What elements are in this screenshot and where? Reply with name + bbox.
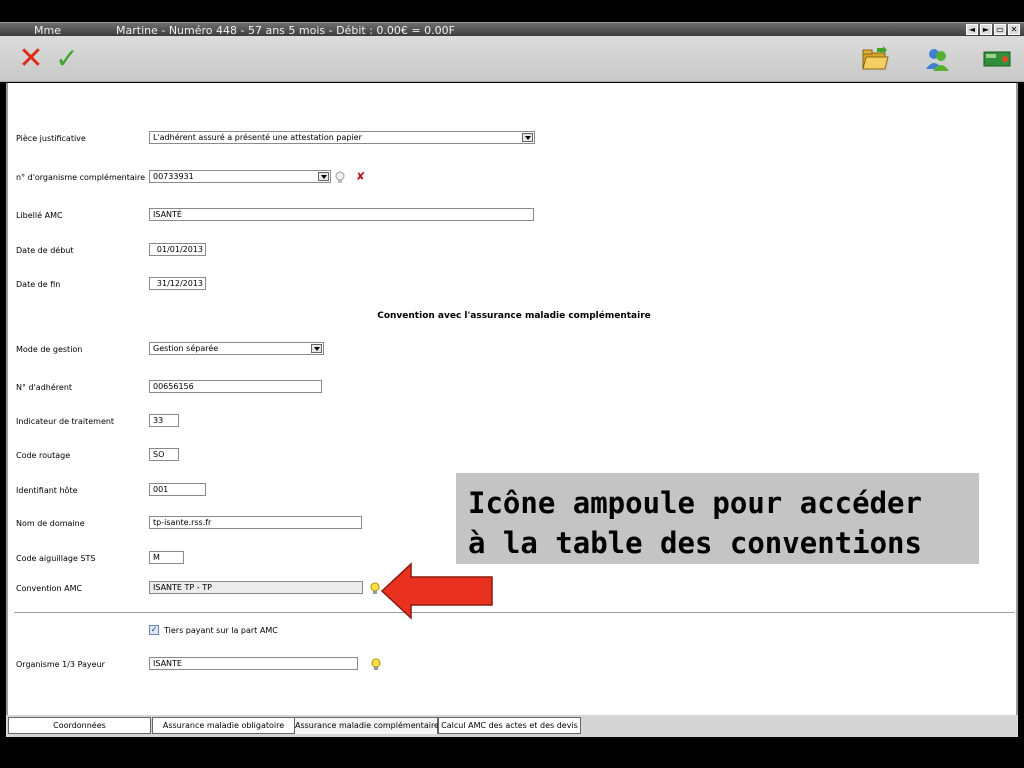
indicateur-label: Indicateur de traitement [16,417,115,426]
folder-icon [862,46,889,70]
adherent-label: N° d'adhérent [16,383,73,392]
convention-field[interactable]: ISANTE TP - TP [149,581,363,594]
libelle-field[interactable]: ISANTÉ [149,208,534,221]
domaine-label: Nom de domaine [16,519,85,528]
close-window-button[interactable]: ✕ [1008,24,1020,35]
contacts-button[interactable] [922,44,952,74]
tab-assurance-complementaire[interactable]: Assurance maladie complémentaire [294,717,439,734]
window-controls: ◄ ► ▭ ✕ [966,24,1020,35]
tab-calcul-amc[interactable]: Calcul AMC des actes et des devis [438,717,581,734]
left-arrow-icon [380,562,493,620]
close-icon: ✕ [18,41,44,76]
tiers-checkbox[interactable]: ✓ [149,625,159,635]
chevron-down-icon[interactable] [311,344,322,353]
title-bar: Mme Martine - Numéro 448 - 57 ans 5 mois… [0,22,1024,37]
tiers-label: Tiers payant sur la part AMC [164,626,278,635]
piece-label: Pièce justificative [16,134,86,143]
mode-value: Gestion séparée [153,344,219,353]
lightbulb-icon[interactable] [371,658,381,671]
lightbulb-icon[interactable] [370,582,380,595]
validate-button[interactable]: ✓ [52,44,82,74]
callout-line-1: Icône ampoule pour accéder [468,486,922,520]
divider [14,612,1014,613]
domaine-field[interactable]: tp-isante.rss.fr [149,516,362,529]
mode-label: Mode de gestion [16,345,83,354]
bulb-off-icon[interactable] [335,171,345,184]
previous-button[interactable]: ◄ [966,24,978,35]
card-icon [983,51,1011,67]
routage-label: Code routage [16,451,71,460]
mode-select[interactable]: Gestion séparée [149,342,324,355]
fin-field[interactable]: 31/12/2013 [149,277,206,290]
adherent-field[interactable]: 00656156 [149,380,322,393]
aiguillage-field[interactable]: M [149,551,184,564]
delete-icon[interactable]: ✘ [356,170,365,183]
complementary-insurance-panel: Pièce justificative L'adhérent assuré a … [6,83,1018,715]
debut-field[interactable]: 01/01/2013 [149,243,206,256]
org-value: 00733931 [153,172,194,181]
annotation-callout: Icône ampoule pour accéder à la table de… [456,473,979,564]
fin-label: Date de fin [16,280,61,289]
organisme-label: Organisme 1/3 Payeur [16,660,105,669]
tab-assurance-obligatoire[interactable]: Assurance maladie obligatoire [152,717,295,734]
next-button[interactable]: ► [980,24,992,35]
tab-bar: Coordonnées Assurance maladie obligatoir… [6,715,1018,737]
indicateur-field[interactable]: 33 [149,414,179,427]
toolbar: ✕ ✓ [0,36,1024,82]
debut-label: Date de début [16,246,74,255]
check-icon: ✓ [55,42,79,75]
libelle-label: Libellé AMC [16,211,63,220]
tab-coordonnees[interactable]: Coordonnées [8,717,151,734]
routage-field[interactable]: SO [149,448,179,461]
org-select[interactable]: 00733931 [149,170,331,183]
org-label: n° d'organisme complémentaire [16,173,146,182]
section-title: Convention avec l'assurance maladie comp… [377,311,651,321]
maximize-button[interactable]: ▭ [994,24,1006,35]
callout-line-2: à la table des conventions [468,526,922,560]
piece-select[interactable]: L'adhérent assuré a présenté une attesta… [149,131,535,144]
chevron-down-icon[interactable] [522,133,533,142]
cancel-button[interactable]: ✕ [16,44,46,74]
aiguillage-label: Code aiguillage STS [16,554,96,563]
vitale-card-button[interactable] [982,44,1012,74]
piece-value: L'adhérent assuré a présenté une attesta… [153,133,362,142]
hote-field[interactable]: 001 [149,483,206,496]
hote-label: Identifiant hôte [16,486,78,495]
chevron-down-icon[interactable] [318,172,329,181]
open-folder-button[interactable] [860,44,890,74]
people-icon [926,49,949,71]
convention-label: Convention AMC [16,584,83,593]
organisme-field[interactable]: ISANTE [149,657,358,670]
